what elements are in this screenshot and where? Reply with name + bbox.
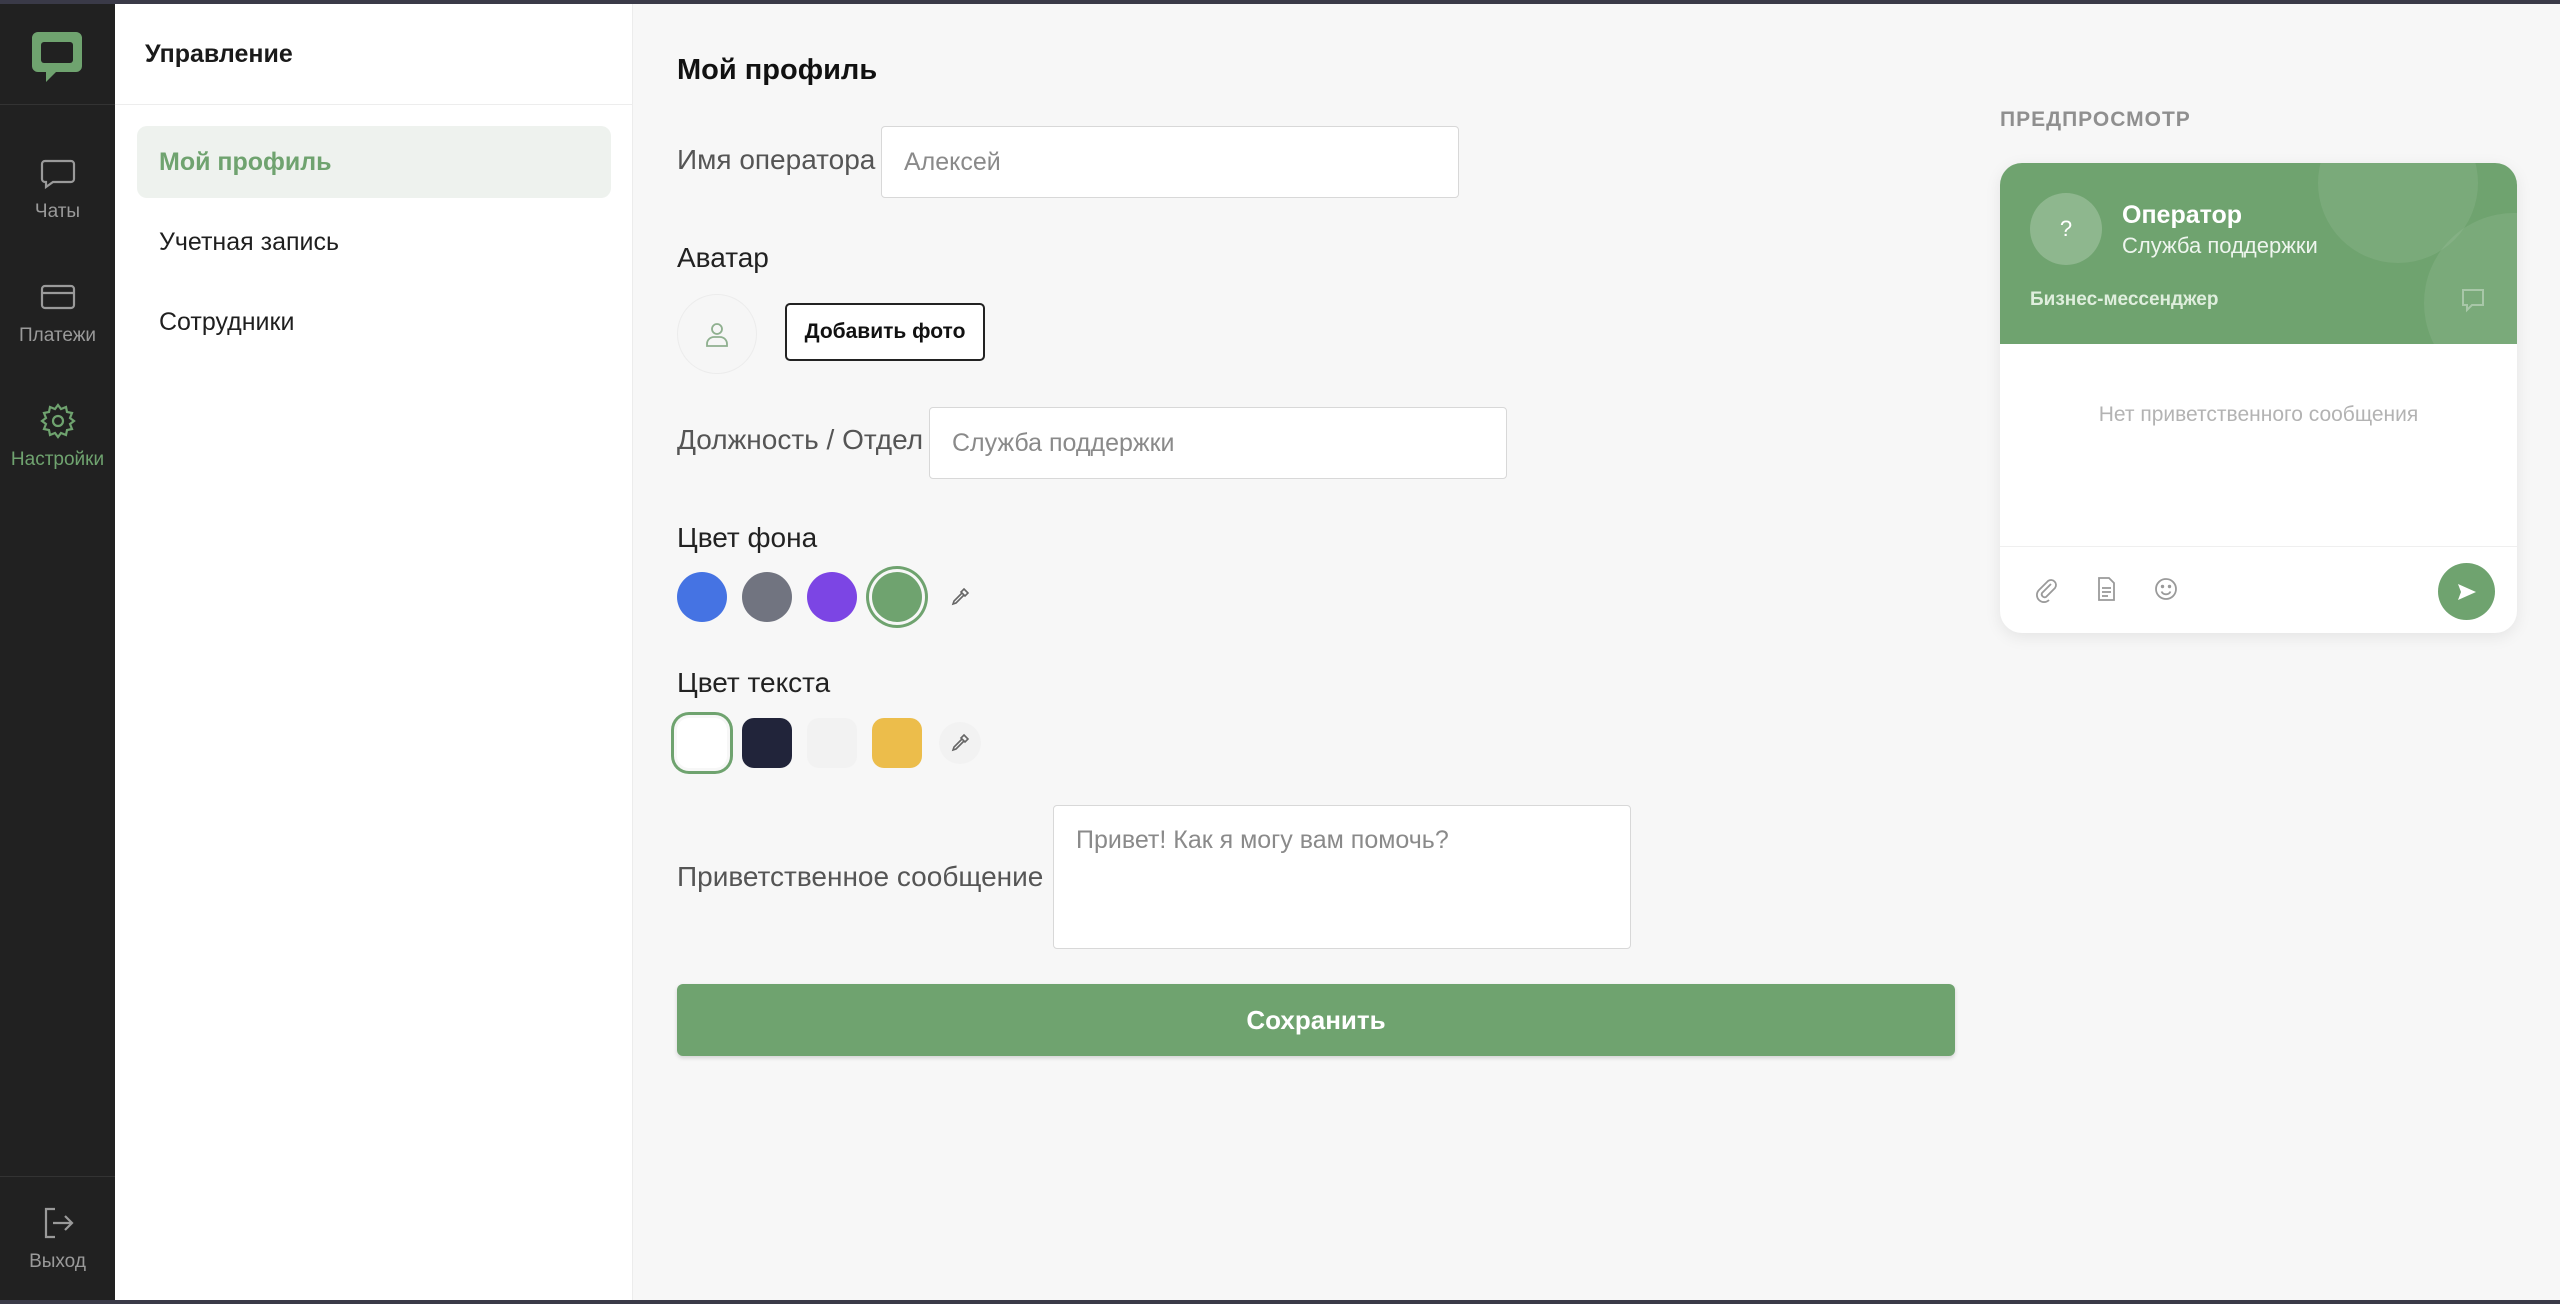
- position-input[interactable]: [929, 407, 1507, 479]
- eyedropper-icon: [951, 587, 970, 606]
- text-color-label: Цвет текста: [677, 667, 831, 698]
- preview-avatar: ?: [2030, 193, 2102, 265]
- preview-attach-button[interactable]: [2030, 573, 2062, 605]
- chat-bubble-logo-icon[interactable]: [28, 28, 86, 86]
- greeting-label: Приветственное сообщение: [677, 861, 1044, 892]
- chat-bubble-icon: [2462, 289, 2484, 313]
- paperclip-icon: [2036, 579, 2057, 603]
- operator-name-label: Имя оператора: [677, 144, 876, 175]
- window-bottom-border: [0, 1300, 2560, 1304]
- save-button[interactable]: Сохранить: [677, 984, 1955, 1056]
- document-icon: [2098, 577, 2115, 601]
- rail-item-label: Платежи: [18, 325, 97, 346]
- greeting-textarea[interactable]: [1053, 805, 1631, 949]
- position-label: Должность / Отдел: [677, 424, 924, 455]
- add-photo-button[interactable]: Добавить фото: [785, 303, 985, 361]
- nav-item-my-profile[interactable]: Мой профиль: [137, 126, 611, 198]
- preview-operator-role: Служба поддержки: [2122, 233, 2318, 258]
- chat-widget-preview: ? Оператор Служба поддержки Бизнес-мессе…: [2000, 163, 2517, 633]
- rail-item-payments[interactable]: Платежи: [0, 266, 115, 358]
- logout-icon: [44, 1207, 74, 1239]
- preview-empty-message: Нет приветственного сообщения: [2098, 403, 2419, 426]
- preview-document-button[interactable]: [2090, 573, 2122, 605]
- send-icon: [2457, 583, 2476, 600]
- logout-button[interactable]: Выход: [0, 1192, 115, 1284]
- rail-item-label: Чаты: [34, 201, 81, 222]
- bg-color-label: Цвет фона: [677, 522, 818, 553]
- page-title: Мой профиль: [677, 54, 878, 86]
- operator-name-input[interactable]: [881, 126, 1459, 198]
- card-icon: [40, 284, 75, 310]
- settings-nav-heading: Управление: [145, 40, 293, 68]
- logout-label: Выход: [29, 1251, 86, 1272]
- rail-item-label: Настройки: [10, 449, 105, 470]
- text-swatch-yellow[interactable]: [872, 718, 922, 768]
- text-swatch-navy[interactable]: [742, 718, 792, 768]
- settings-nav-divider: [115, 104, 633, 105]
- preview-brand: Бизнес-мессенджер: [2030, 289, 2219, 310]
- bg-color-picker[interactable]: [939, 576, 981, 618]
- gear-icon: [39, 403, 76, 439]
- bg-swatch-gray[interactable]: [742, 572, 792, 622]
- bg-swatch-purple[interactable]: [807, 572, 857, 622]
- rail-item-settings[interactable]: Настройки: [0, 390, 115, 482]
- preview-emoji-button[interactable]: [2150, 573, 2182, 605]
- app-rail: Чаты Платежи Настройки Выход: [0, 4, 115, 1300]
- profile-form: Мой профиль Имя оператора Аватар Добавит…: [633, 4, 1955, 1300]
- nav-item-account[interactable]: Учетная запись: [137, 206, 611, 278]
- settings-nav: Управление Мой профиль Учетная запись Со…: [115, 4, 633, 1300]
- preview-heading: ПРЕДПРОСМОТР: [2000, 108, 2191, 131]
- preview-operator-name: Оператор: [2122, 201, 2243, 229]
- text-swatch-light-gray[interactable]: [807, 718, 857, 768]
- preview-footer-divider: [2000, 546, 2517, 547]
- chat-icon: [40, 159, 75, 190]
- eyedropper-icon: [951, 733, 970, 752]
- bg-swatch-blue[interactable]: [677, 572, 727, 622]
- bg-swatch-green[interactable]: [872, 572, 922, 622]
- text-color-picker[interactable]: [939, 722, 981, 764]
- avatar-label: Аватар: [677, 242, 769, 273]
- smiley-icon: [2155, 578, 2177, 600]
- rail-divider: [0, 104, 115, 105]
- rail-item-chats[interactable]: Чаты: [0, 142, 115, 234]
- avatar: [677, 294, 757, 374]
- text-swatch-white[interactable]: [677, 718, 727, 768]
- user-icon: [706, 323, 728, 347]
- rail-divider: [0, 1176, 115, 1177]
- preview-send-button[interactable]: [2438, 563, 2495, 620]
- preview-header: ? Оператор Служба поддержки Бизнес-мессе…: [2000, 163, 2517, 344]
- nav-item-staff[interactable]: Сотрудники: [137, 286, 611, 358]
